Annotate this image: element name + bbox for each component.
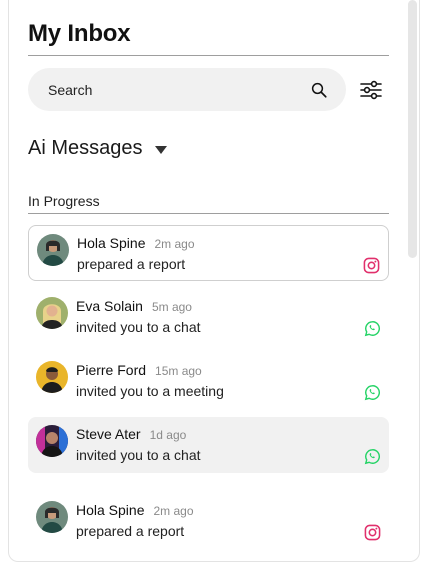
whatsapp-icon [364,385,380,401]
section-dropdown[interactable]: Ai Messages [28,137,167,160]
avatar [36,297,68,329]
message-item[interactable]: Eva Solain 5m ago invited you to a chat [28,289,389,345]
avatar [36,361,68,393]
search-icon[interactable] [310,81,328,99]
sender-name: Eva Solain [76,298,143,314]
sliders-icon [360,80,382,100]
section-title: Ai Messages [28,137,143,159]
scrollbar[interactable] [408,0,417,258]
timestamp: 2m ago [154,237,195,251]
instagram-icon [364,524,381,541]
page-title: My Inbox [28,20,131,47]
message-text: invited you to a meeting [76,383,224,399]
title-divider [28,55,389,56]
sender-name: Pierre Ford [76,362,147,378]
message-text: prepared a report [77,256,186,272]
timestamp: 1d ago [149,428,187,442]
message-text: prepared a report [76,523,185,539]
group-divider [28,213,389,214]
message-item[interactable]: Steve Ater 1d ago invited you to a chat [28,417,389,473]
message-item[interactable]: Hola Spine 2m ago prepared a report [28,225,389,281]
timestamp: 15m ago [155,364,202,378]
group-label: In Progress [28,193,100,209]
whatsapp-icon [364,449,380,465]
avatar [36,501,68,533]
message-text: invited you to a chat [76,447,201,463]
message-text: invited you to a chat [76,319,201,335]
message-item[interactable]: Pierre Ford 15m ago invited you to a mee… [28,353,389,409]
timestamp: 5m ago [151,300,192,314]
timestamp: 2m ago [153,504,194,518]
sender-name: Hola Spine [76,502,145,518]
sender-name: Steve Ater [76,426,141,442]
filter-button[interactable] [359,78,383,102]
whatsapp-icon [364,321,380,337]
instagram-icon [363,257,380,274]
caret-down-icon [154,145,167,154]
search-placeholder: Search [48,81,93,98]
sender-name: Hola Spine [77,235,146,251]
inbox-panel: My Inbox Search Ai Messages In Progress [8,0,420,562]
message-item[interactable]: Hola Spine 2m ago prepared a report [28,493,389,549]
avatar [36,425,68,457]
avatar [37,234,69,266]
search-input[interactable]: Search [28,68,346,111]
